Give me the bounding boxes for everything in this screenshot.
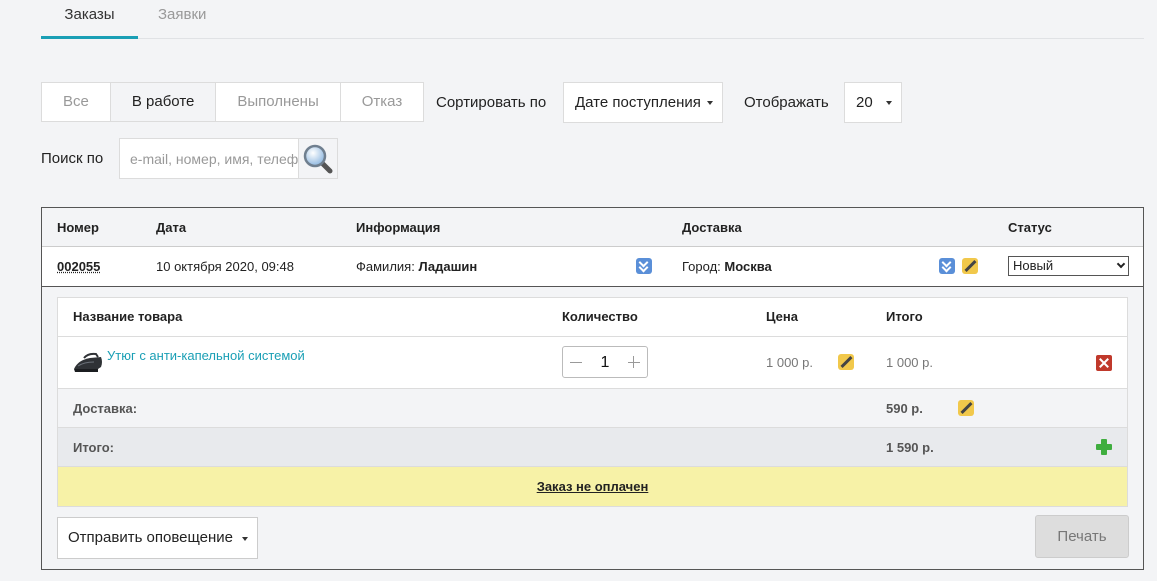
send-notification-label: Отправить оповещение [68,529,234,546]
delivery-cost-value: 590 р. [886,401,923,416]
header-date: Дата [156,220,187,235]
filter-in-progress-button[interactable]: В работе [109,82,217,122]
grand-total-row: Итого: 1 590 р. [58,428,1127,467]
edit-delivery-cost-icon[interactable] [958,400,974,416]
print-button[interactable]: Печать [1035,515,1129,558]
order-delivery: Город: Москва [682,259,772,274]
info-label: Фамилия: [356,259,415,274]
display-count-select[interactable]: 20 [844,82,902,123]
product-thumbnail [74,352,102,372]
filter-rejected-button[interactable]: Отказ [339,82,425,122]
header-qty: Количество [562,309,638,324]
edit-price-icon[interactable] [838,354,854,370]
tab-bar: Заказы Заявки [41,0,1144,39]
details-header: Название товара Количество Цена Итого [58,298,1127,337]
quantity-value[interactable]: 1 [563,354,647,372]
header-number: Номер [57,220,99,235]
send-notification-dropdown[interactable]: Отправить оповещение [57,517,258,559]
search-input[interactable] [119,138,299,179]
sort-select[interactable]: Дате поступления [563,82,723,123]
payment-status-link[interactable]: Заказ не оплачен [537,479,649,494]
header-status: Статус [1008,220,1052,235]
caret-down-icon [707,101,713,105]
product-row: Утюг с анти-капельной системой 1 1 000 р… [58,337,1127,389]
status-select[interactable]: Новый [1008,256,1129,276]
delete-item-icon[interactable] [1096,355,1112,371]
payment-status-bar: Заказ не оплачен [58,467,1127,506]
sort-label: Сортировать по [436,94,547,111]
orders-table: Номер Дата Информация Доставка Статус 00… [41,207,1144,570]
search-label: Поиск по [41,150,104,167]
header-price: Цена [766,309,798,324]
filter-all-button[interactable]: Все [41,82,111,122]
info-value: Ладашин [418,259,478,274]
filter-completed-button[interactable]: Выполнены [215,82,341,122]
edit-delivery-icon[interactable] [962,258,978,274]
quantity-stepper: 1 [562,346,648,378]
product-price: 1 000 р. [766,355,813,370]
status-value: Новый [1013,258,1054,273]
header-product: Название товара [73,309,183,324]
tab-orders[interactable]: Заказы [41,0,138,39]
header-delivery: Доставка [682,220,742,235]
expand-delivery-icon[interactable] [939,258,955,274]
header-info: Информация [356,220,441,235]
grand-total-value: 1 590 р. [886,440,934,455]
grand-total-label: Итого: [73,440,114,455]
display-count-value: 20 [856,94,873,111]
plus-icon[interactable] [628,356,640,368]
product-name-link[interactable]: Утюг с анти-капельной системой [107,348,305,363]
magnifier-icon [303,144,333,174]
status-filter-group: Все В работе Выполнены Отказ [41,82,425,122]
chevron-down-icon [1116,259,1126,269]
orders-table-header: Номер Дата Информация Доставка Статус [42,208,1143,247]
search-button[interactable] [298,138,338,179]
delivery-cost-label: Доставка: [73,401,138,416]
add-item-icon[interactable] [1096,439,1112,455]
delivery-label: Город: [682,259,721,274]
order-row: 002055 10 октября 2020, 09:48 Фамилия: Л… [42,247,1143,287]
display-count-label: Отображать [744,94,829,111]
expand-info-icon[interactable] [636,258,652,274]
product-total: 1 000 р. [886,355,933,370]
order-date: 10 октября 2020, 09:48 [156,259,294,274]
delivery-cost-row: Доставка: 590 р. [58,389,1127,428]
header-total: Итого [886,309,923,324]
tab-requests[interactable]: Заявки [158,0,206,39]
delivery-value: Москва [724,259,772,274]
caret-down-icon [242,537,248,541]
order-info: Фамилия: Ладашин [356,259,477,274]
order-details-panel: Название товара Количество Цена Итого Ут… [57,297,1128,507]
order-number-link[interactable]: 002055 [57,259,100,274]
sort-select-value: Дате поступления [575,94,701,111]
caret-down-icon [886,101,892,105]
